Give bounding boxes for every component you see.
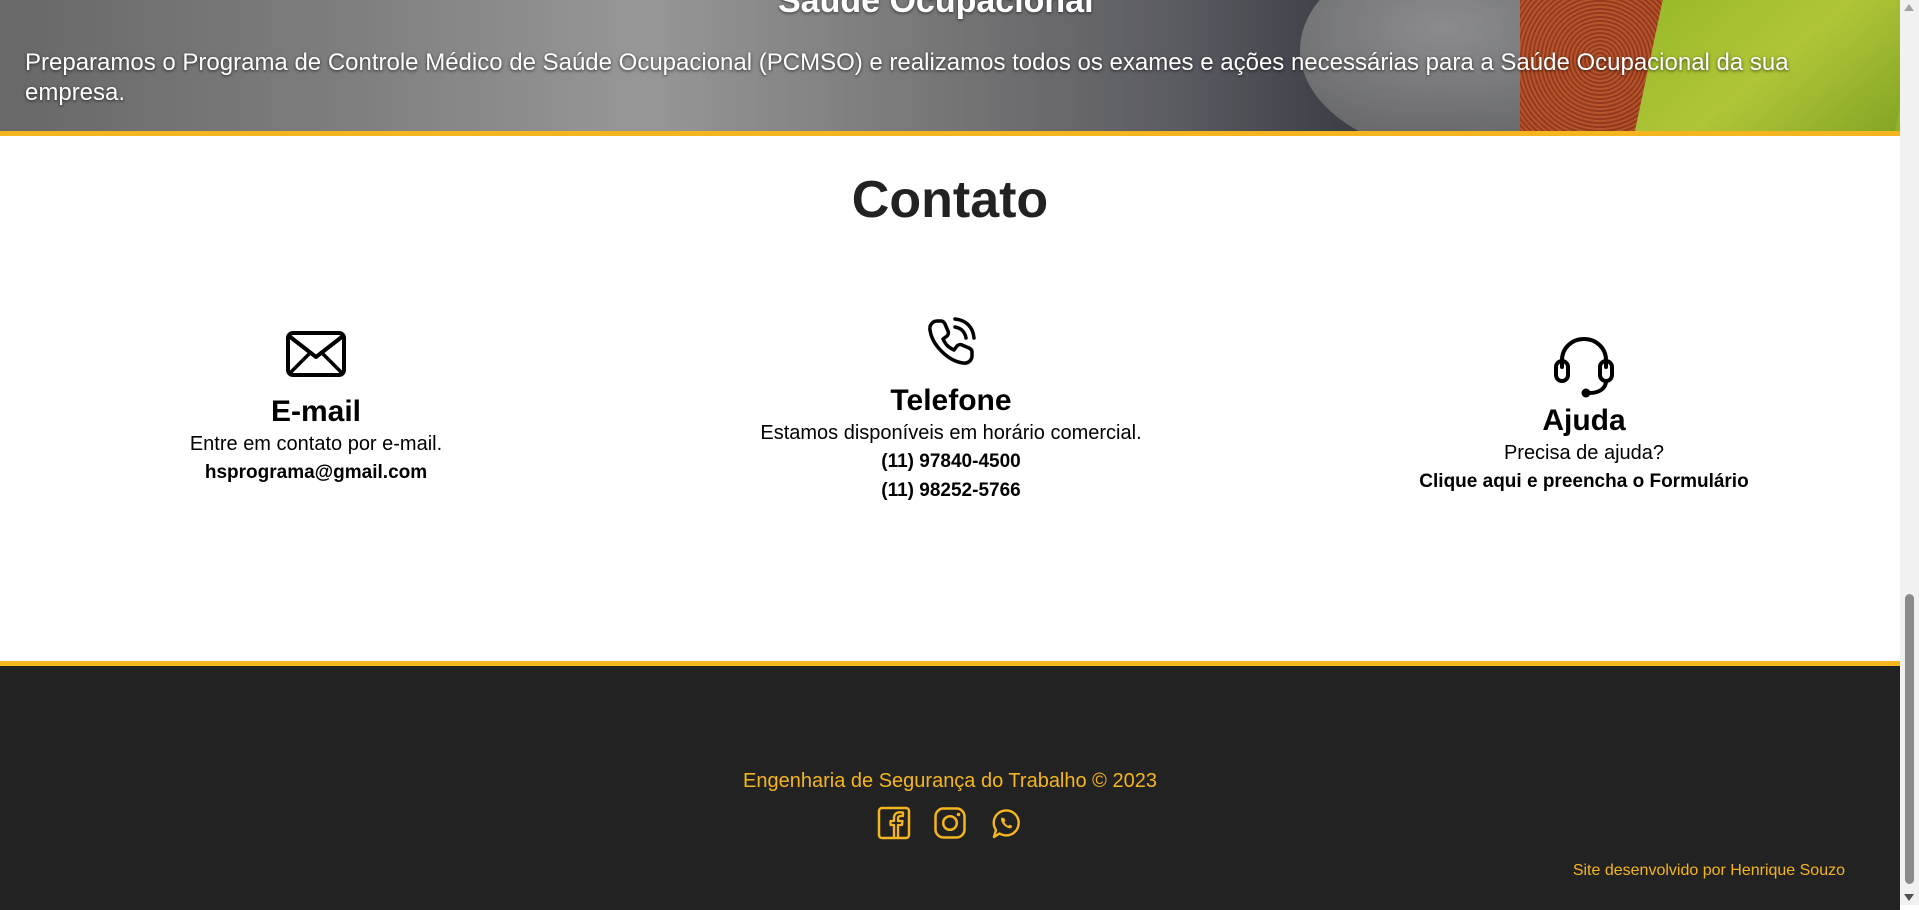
help-description: Precisa de ajuda? (1503, 442, 1665, 464)
phone-description: Estamos disponíveis em horário comercial… (760, 422, 1142, 444)
scroll-down-arrow-icon[interactable] (1904, 894, 1914, 901)
phone-icon (928, 317, 976, 365)
phone-number-2[interactable]: (11) 98252-5766 (751, 476, 1151, 505)
contact-email-block: E-mail Entre em contato por e-mail. hspr… (116, 330, 516, 487)
headset-icon (1554, 336, 1614, 398)
page-scrollbar[interactable] (1900, 0, 1919, 905)
help-heading: Ajuda (1542, 404, 1626, 437)
instagram-icon[interactable] (933, 806, 967, 840)
social-links (877, 806, 1023, 840)
email-heading: E-mail (270, 395, 362, 428)
envelope-icon (286, 331, 346, 377)
hero-description: Preparamos o Programa de Controle Médico… (25, 49, 1789, 106)
help-form-link[interactable]: Clique aqui e preencha o Formulário (1384, 467, 1784, 496)
email-description: Entre em contato por e-mail. (189, 433, 443, 455)
page: Saúde Ocupacional Preparamos o Programa … (0, 0, 1900, 910)
developer-credit: Site desenvolvido por Henrique Souzo (1572, 862, 1845, 879)
footer-copyright: Engenharia de Segurança do Trabalho © 20… (743, 770, 1157, 792)
hero-title: Saúde Ocupacional (778, 0, 1094, 20)
scrollbar-thumb[interactable] (1905, 594, 1914, 884)
scroll-up-arrow-icon[interactable] (1904, 4, 1914, 11)
phone-number-1[interactable]: (11) 97840-4500 (751, 447, 1151, 476)
whatsapp-icon[interactable] (989, 806, 1023, 840)
contact-phone-block: Telefone Estamos disponíveis em horário … (751, 315, 1151, 505)
contact-help-block: Ajuda Precisa de ajuda? Clique aqui e pr… (1384, 330, 1784, 496)
footer: Engenharia de Segurança do Trabalho © 20… (0, 661, 1900, 910)
contact-title: Contato (851, 171, 1049, 229)
facebook-icon[interactable] (877, 806, 911, 840)
hero-banner: Saúde Ocupacional Preparamos o Programa … (0, 0, 1900, 136)
phone-heading: Telefone (890, 384, 1012, 417)
email-address-link[interactable]: hsprograma@gmail.com (116, 458, 516, 487)
